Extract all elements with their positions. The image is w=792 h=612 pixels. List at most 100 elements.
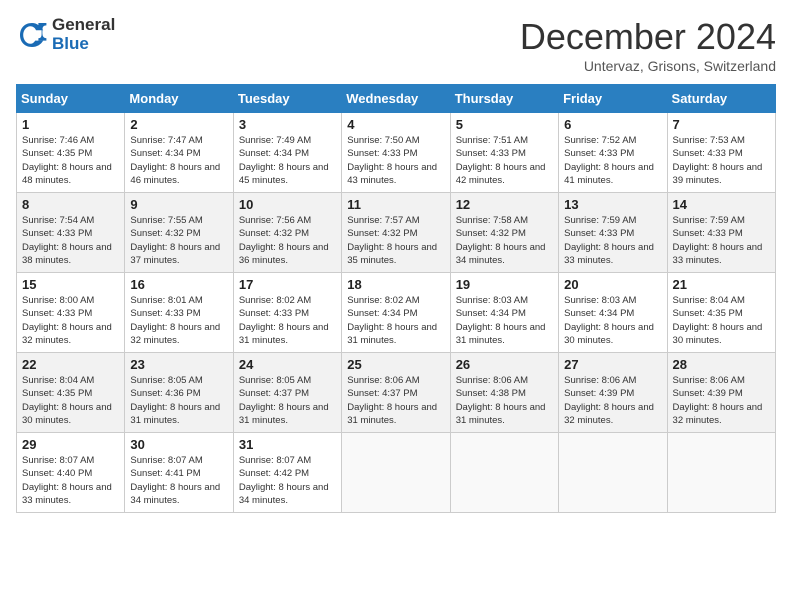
- calendar-cell: 29 Sunrise: 8:07 AM Sunset: 4:40 PM Dayl…: [17, 433, 125, 513]
- day-details: Sunrise: 7:57 AM Sunset: 4:32 PM Dayligh…: [347, 214, 444, 267]
- day-details: Sunrise: 7:49 AM Sunset: 4:34 PM Dayligh…: [239, 134, 336, 187]
- calendar-cell: 8 Sunrise: 7:54 AM Sunset: 4:33 PM Dayli…: [17, 193, 125, 273]
- day-details: Sunrise: 7:46 AM Sunset: 4:35 PM Dayligh…: [22, 134, 119, 187]
- day-number: 13: [564, 197, 661, 212]
- day-details: Sunrise: 8:01 AM Sunset: 4:33 PM Dayligh…: [130, 294, 227, 347]
- calendar-cell: 22 Sunrise: 8:04 AM Sunset: 4:35 PM Dayl…: [17, 353, 125, 433]
- month-title: December 2024: [520, 16, 776, 58]
- day-number: 2: [130, 117, 227, 132]
- day-details: Sunrise: 7:59 AM Sunset: 4:33 PM Dayligh…: [673, 214, 770, 267]
- day-details: Sunrise: 7:58 AM Sunset: 4:32 PM Dayligh…: [456, 214, 553, 267]
- day-number: 10: [239, 197, 336, 212]
- day-number: 30: [130, 437, 227, 452]
- day-header-monday: Monday: [125, 85, 233, 113]
- day-number: 1: [22, 117, 119, 132]
- calendar-cell: 11 Sunrise: 7:57 AM Sunset: 4:32 PM Dayl…: [342, 193, 450, 273]
- day-details: Sunrise: 7:53 AM Sunset: 4:33 PM Dayligh…: [673, 134, 770, 187]
- day-number: 27: [564, 357, 661, 372]
- day-details: Sunrise: 8:07 AM Sunset: 4:41 PM Dayligh…: [130, 454, 227, 507]
- day-header-wednesday: Wednesday: [342, 85, 450, 113]
- day-details: Sunrise: 8:03 AM Sunset: 4:34 PM Dayligh…: [456, 294, 553, 347]
- day-details: Sunrise: 7:59 AM Sunset: 4:33 PM Dayligh…: [564, 214, 661, 267]
- calendar-cell: 5 Sunrise: 7:51 AM Sunset: 4:33 PM Dayli…: [450, 113, 558, 193]
- header: General Blue December 2024 Untervaz, Gri…: [16, 16, 776, 74]
- day-details: Sunrise: 7:55 AM Sunset: 4:32 PM Dayligh…: [130, 214, 227, 267]
- calendar-cell: 13 Sunrise: 7:59 AM Sunset: 4:33 PM Dayl…: [559, 193, 667, 273]
- day-details: Sunrise: 8:06 AM Sunset: 4:39 PM Dayligh…: [564, 374, 661, 427]
- calendar-cell: 19 Sunrise: 8:03 AM Sunset: 4:34 PM Dayl…: [450, 273, 558, 353]
- calendar-cell: 21 Sunrise: 8:04 AM Sunset: 4:35 PM Dayl…: [667, 273, 775, 353]
- day-number: 29: [22, 437, 119, 452]
- calendar-cell: 18 Sunrise: 8:02 AM Sunset: 4:34 PM Dayl…: [342, 273, 450, 353]
- calendar-cell: 7 Sunrise: 7:53 AM Sunset: 4:33 PM Dayli…: [667, 113, 775, 193]
- calendar-cell: [559, 433, 667, 513]
- calendar-cell: [450, 433, 558, 513]
- day-header-friday: Friday: [559, 85, 667, 113]
- day-number: 31: [239, 437, 336, 452]
- day-number: 20: [564, 277, 661, 292]
- day-details: Sunrise: 8:05 AM Sunset: 4:37 PM Dayligh…: [239, 374, 336, 427]
- day-header-sunday: Sunday: [17, 85, 125, 113]
- day-header-thursday: Thursday: [450, 85, 558, 113]
- day-details: Sunrise: 7:56 AM Sunset: 4:32 PM Dayligh…: [239, 214, 336, 267]
- calendar-cell: 9 Sunrise: 7:55 AM Sunset: 4:32 PM Dayli…: [125, 193, 233, 273]
- calendar-cell: 15 Sunrise: 8:00 AM Sunset: 4:33 PM Dayl…: [17, 273, 125, 353]
- day-number: 18: [347, 277, 444, 292]
- day-details: Sunrise: 8:03 AM Sunset: 4:34 PM Dayligh…: [564, 294, 661, 347]
- day-details: Sunrise: 8:06 AM Sunset: 4:39 PM Dayligh…: [673, 374, 770, 427]
- calendar-cell: 12 Sunrise: 7:58 AM Sunset: 4:32 PM Dayl…: [450, 193, 558, 273]
- calendar-cell: 28 Sunrise: 8:06 AM Sunset: 4:39 PM Dayl…: [667, 353, 775, 433]
- day-header-saturday: Saturday: [667, 85, 775, 113]
- logo-icon: [16, 19, 48, 51]
- day-number: 16: [130, 277, 227, 292]
- calendar-cell: 14 Sunrise: 7:59 AM Sunset: 4:33 PM Dayl…: [667, 193, 775, 273]
- day-number: 21: [673, 277, 770, 292]
- day-details: Sunrise: 8:04 AM Sunset: 4:35 PM Dayligh…: [673, 294, 770, 347]
- calendar-cell: 23 Sunrise: 8:05 AM Sunset: 4:36 PM Dayl…: [125, 353, 233, 433]
- calendar-row-1: 8 Sunrise: 7:54 AM Sunset: 4:33 PM Dayli…: [17, 193, 776, 273]
- day-number: 23: [130, 357, 227, 372]
- day-number: 25: [347, 357, 444, 372]
- location-subtitle: Untervaz, Grisons, Switzerland: [520, 58, 776, 74]
- day-number: 28: [673, 357, 770, 372]
- calendar-cell: 27 Sunrise: 8:06 AM Sunset: 4:39 PM Dayl…: [559, 353, 667, 433]
- day-details: Sunrise: 7:47 AM Sunset: 4:34 PM Dayligh…: [130, 134, 227, 187]
- calendar-cell: 16 Sunrise: 8:01 AM Sunset: 4:33 PM Dayl…: [125, 273, 233, 353]
- calendar-row-0: 1 Sunrise: 7:46 AM Sunset: 4:35 PM Dayli…: [17, 113, 776, 193]
- day-details: Sunrise: 8:06 AM Sunset: 4:38 PM Dayligh…: [456, 374, 553, 427]
- day-number: 14: [673, 197, 770, 212]
- calendar-cell: 25 Sunrise: 8:06 AM Sunset: 4:37 PM Dayl…: [342, 353, 450, 433]
- day-details: Sunrise: 7:54 AM Sunset: 4:33 PM Dayligh…: [22, 214, 119, 267]
- calendar-cell: 17 Sunrise: 8:02 AM Sunset: 4:33 PM Dayl…: [233, 273, 341, 353]
- logo: General Blue: [16, 16, 115, 53]
- day-details: Sunrise: 8:06 AM Sunset: 4:37 PM Dayligh…: [347, 374, 444, 427]
- day-number: 24: [239, 357, 336, 372]
- day-number: 22: [22, 357, 119, 372]
- day-number: 8: [22, 197, 119, 212]
- day-number: 26: [456, 357, 553, 372]
- calendar-table: SundayMondayTuesdayWednesdayThursdayFrid…: [16, 84, 776, 513]
- calendar-cell: 1 Sunrise: 7:46 AM Sunset: 4:35 PM Dayli…: [17, 113, 125, 193]
- day-number: 19: [456, 277, 553, 292]
- calendar-cell: 20 Sunrise: 8:03 AM Sunset: 4:34 PM Dayl…: [559, 273, 667, 353]
- calendar-header-row: SundayMondayTuesdayWednesdayThursdayFrid…: [17, 85, 776, 113]
- calendar-cell: 6 Sunrise: 7:52 AM Sunset: 4:33 PM Dayli…: [559, 113, 667, 193]
- calendar-cell: 3 Sunrise: 7:49 AM Sunset: 4:34 PM Dayli…: [233, 113, 341, 193]
- day-details: Sunrise: 8:05 AM Sunset: 4:36 PM Dayligh…: [130, 374, 227, 427]
- day-details: Sunrise: 8:02 AM Sunset: 4:33 PM Dayligh…: [239, 294, 336, 347]
- day-number: 15: [22, 277, 119, 292]
- day-number: 6: [564, 117, 661, 132]
- logo-text: General Blue: [52, 16, 115, 53]
- day-number: 4: [347, 117, 444, 132]
- day-details: Sunrise: 8:07 AM Sunset: 4:40 PM Dayligh…: [22, 454, 119, 507]
- calendar-cell: 2 Sunrise: 7:47 AM Sunset: 4:34 PM Dayli…: [125, 113, 233, 193]
- calendar-cell: [342, 433, 450, 513]
- calendar-cell: 10 Sunrise: 7:56 AM Sunset: 4:32 PM Dayl…: [233, 193, 341, 273]
- title-area: December 2024 Untervaz, Grisons, Switzer…: [520, 16, 776, 74]
- calendar-row-4: 29 Sunrise: 8:07 AM Sunset: 4:40 PM Dayl…: [17, 433, 776, 513]
- calendar-cell: 26 Sunrise: 8:06 AM Sunset: 4:38 PM Dayl…: [450, 353, 558, 433]
- day-details: Sunrise: 8:02 AM Sunset: 4:34 PM Dayligh…: [347, 294, 444, 347]
- day-header-tuesday: Tuesday: [233, 85, 341, 113]
- calendar-cell: [667, 433, 775, 513]
- day-details: Sunrise: 7:50 AM Sunset: 4:33 PM Dayligh…: [347, 134, 444, 187]
